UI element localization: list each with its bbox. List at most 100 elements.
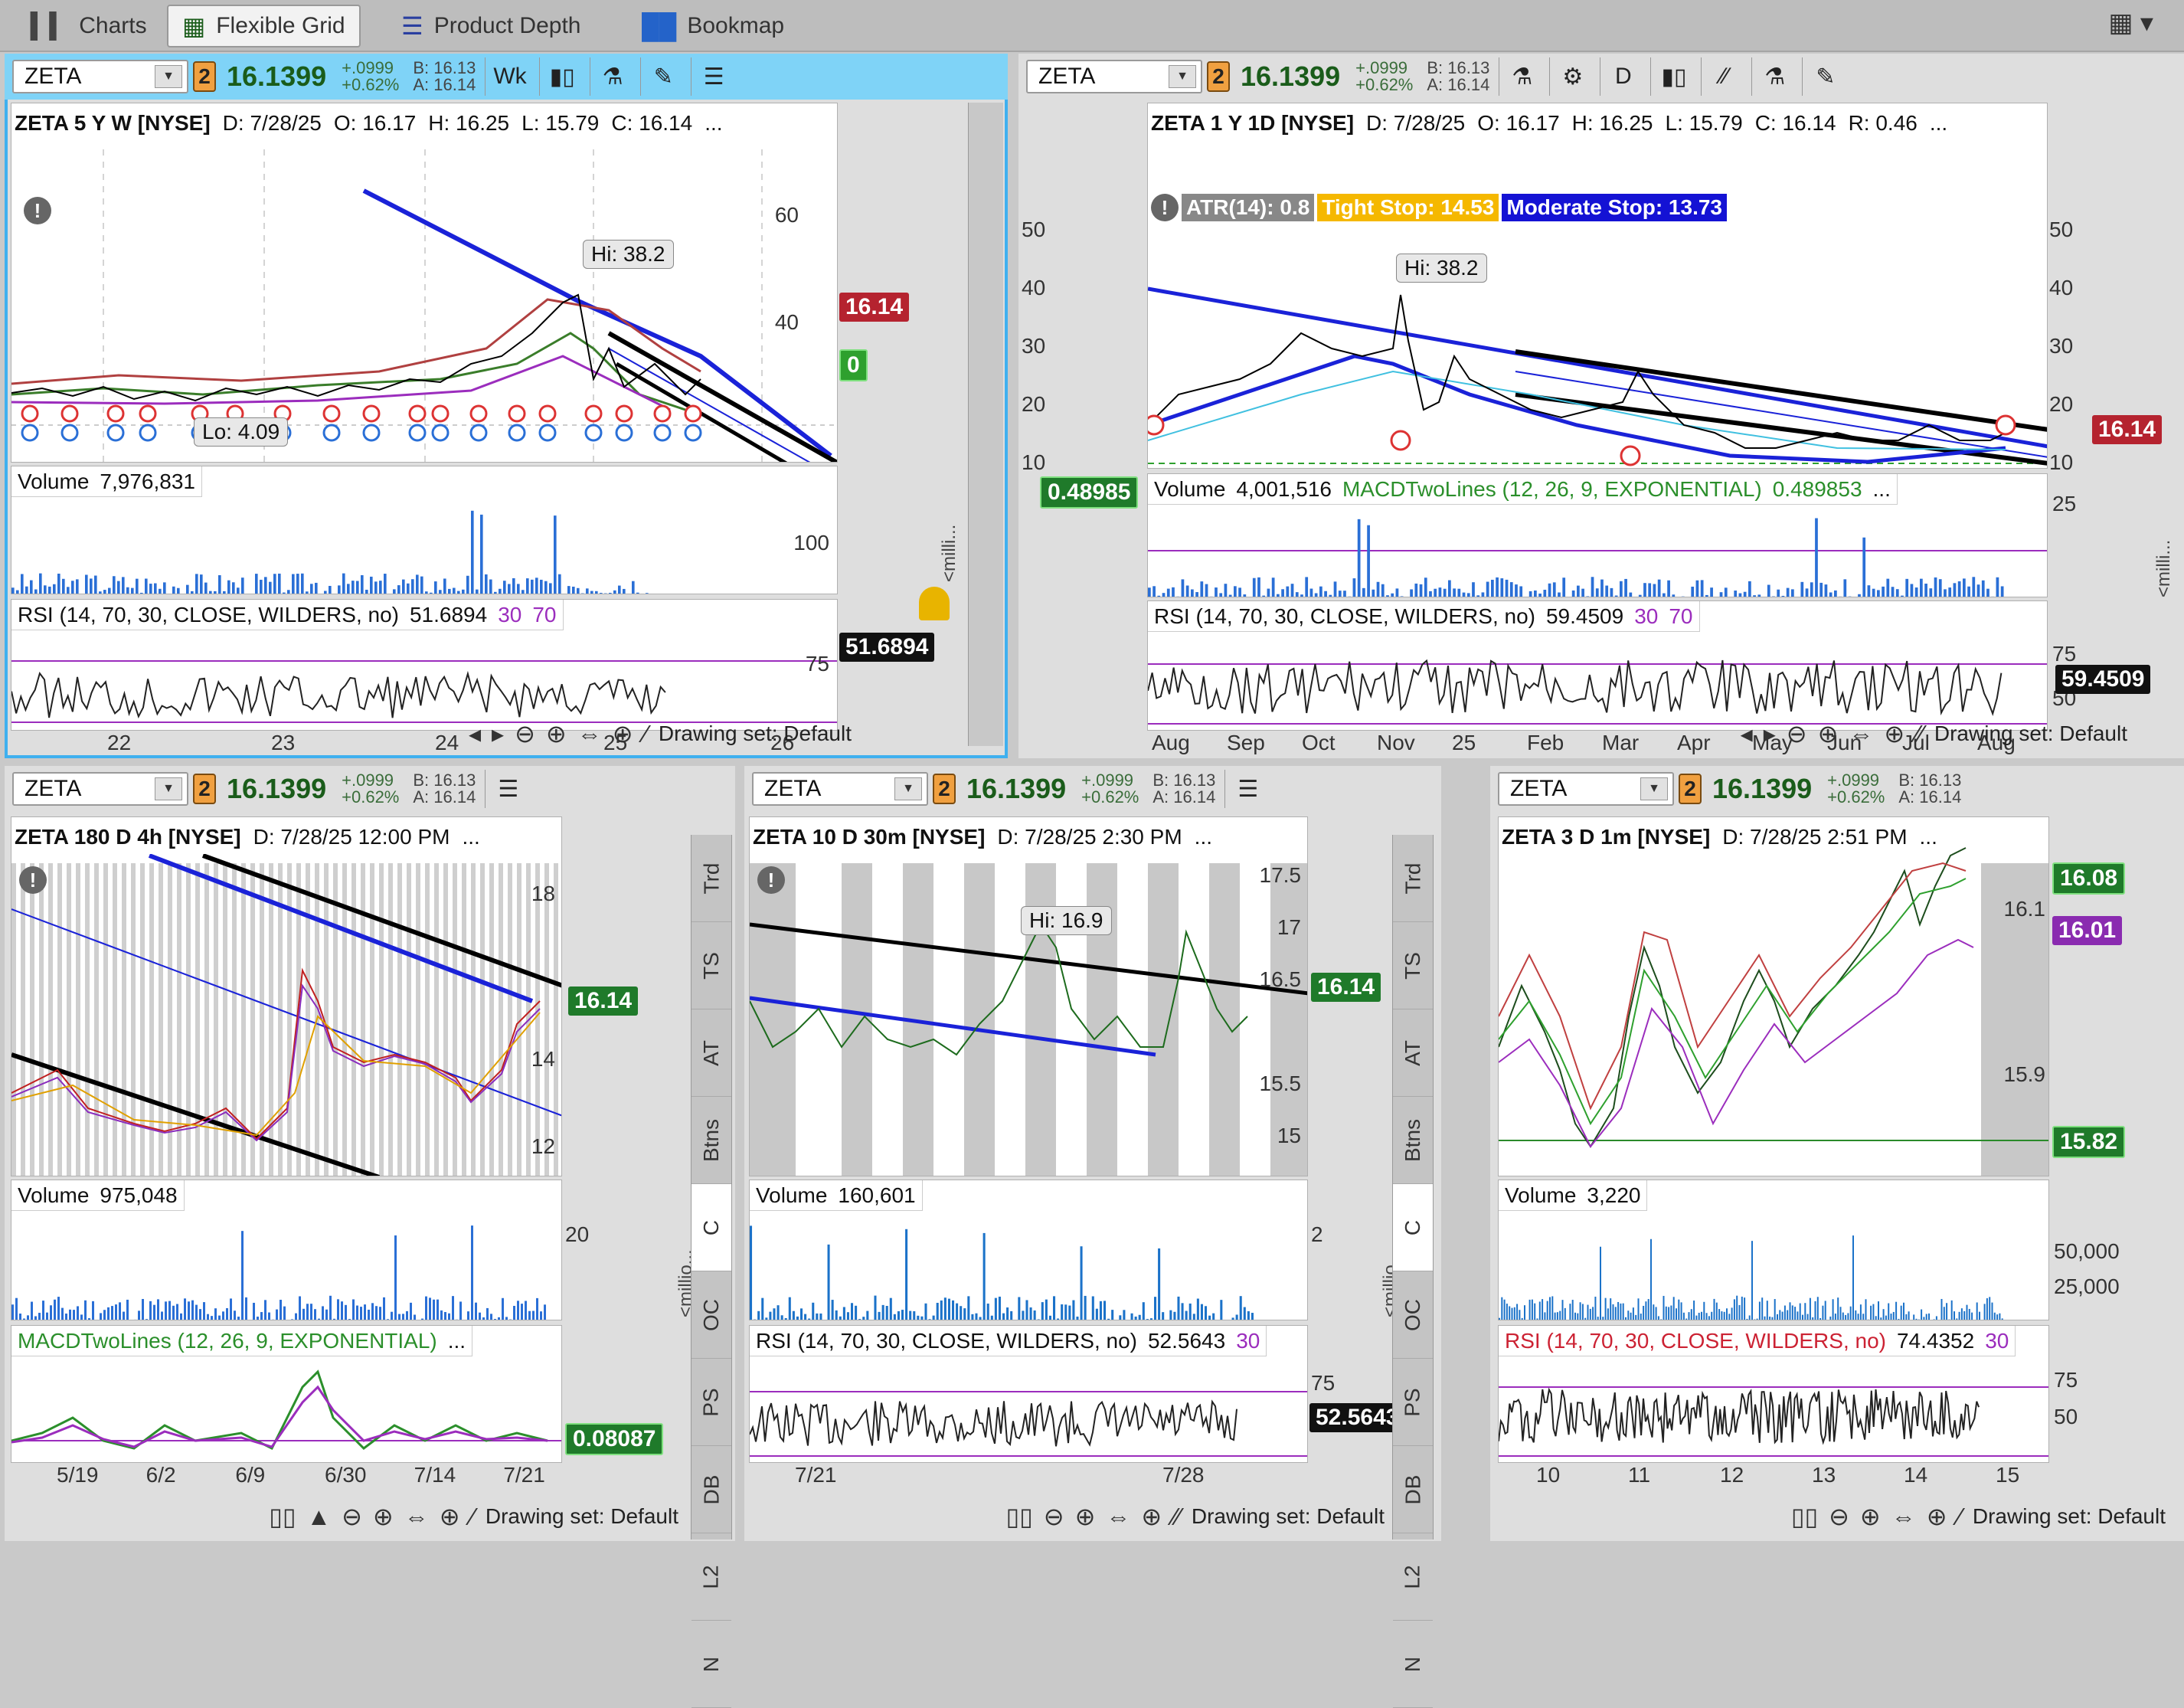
rsi-pane[interactable]: RSI (14, 70, 30, CLOSE, WILDERS, no)51.6… [11,599,838,731]
scrollbar-grip-icon[interactable]: ▯▯ [1791,1502,1818,1531]
drawing-set-label[interactable]: Drawing set: Default [1192,1504,1385,1529]
draw-lines-icon[interactable]: ∕∕ [1701,57,1747,96]
event-marker[interactable] [433,425,448,440]
event-marker[interactable] [433,406,448,421]
side-tab-db[interactable]: DB [691,1446,731,1533]
side-tab-c[interactable]: C [1393,1184,1433,1271]
side-tab-c[interactable]: C [691,1184,731,1271]
draw-line-icon[interactable]: ∕ [471,1503,475,1531]
gear-icon[interactable]: ⚙ [1549,57,1595,96]
expand-icon[interactable]: ▲ [306,1503,331,1531]
side-tab-trd[interactable]: Trd [1393,835,1433,922]
rsi-pane[interactable]: RSI (14, 70, 30, CLOSE, WILDERS, no)52.5… [749,1325,1308,1463]
event-marker[interactable] [685,406,701,421]
chevron-down-icon[interactable]: ▼ [894,777,922,800]
drawing-set-label[interactable]: Drawing set: Default [1934,721,2127,746]
symbol-selector[interactable]: ZETA▼ [752,772,928,806]
draw-line-icon[interactable]: ∕ [1958,1503,1962,1531]
event-marker[interactable] [655,406,670,421]
link-group-badge[interactable]: 2 [933,774,956,804]
event-marker[interactable] [22,425,38,440]
pan-icon[interactable]: ⇔ [1849,720,1873,748]
pan-icon[interactable]: ⇔ [1106,1503,1130,1531]
side-tab-n[interactable]: N [691,1621,731,1708]
pan-icon[interactable]: ⇔ [404,1503,429,1531]
pan-icon[interactable]: ⇔ [577,720,602,748]
event-marker[interactable] [140,425,155,440]
draw-lines-icon[interactable]: ∕∕ [1915,720,1924,748]
volume-pane[interactable]: Volume7,976,831 100 [11,466,838,594]
aggregation-button[interactable]: Wk [485,57,534,96]
zoom-in-icon[interactable]: ⊕ [546,719,567,748]
link-group-badge[interactable]: 2 [193,774,216,804]
scroll-right-icon[interactable]: ▸ [1764,719,1776,748]
crosshair-icon[interactable]: ⊕ [1141,1502,1162,1531]
event-marker[interactable] [1621,447,1640,465]
more-readout[interactable]: ... [705,111,722,136]
side-tab-ps[interactable]: PS [691,1359,731,1446]
side-tab-ts[interactable]: TS [1393,922,1433,1009]
side-tab-at[interactable]: AT [691,1009,731,1097]
crosshair-icon[interactable]: ⊕ [1884,719,1904,748]
zoom-out-icon[interactable]: ⊖ [1787,719,1807,748]
event-markers[interactable] [22,406,701,440]
side-tab-at[interactable]: AT [1393,1009,1433,1097]
link-group-badge[interactable]: 2 [193,61,216,92]
scrollbar-grip-icon[interactable]: ▯▯ [269,1502,296,1531]
zoom-in-icon[interactable]: ⊕ [1818,719,1839,748]
event-marker[interactable] [364,406,379,421]
volume-pane[interactable]: Volume160,601 [749,1180,1308,1320]
zoom-in-icon[interactable]: ⊕ [373,1502,394,1531]
menu-icon[interactable]: ☰ [1224,770,1270,808]
event-marker[interactable] [410,406,425,421]
side-tab-n[interactable]: N [1393,1621,1433,1708]
more-readout[interactable]: ... [448,1329,466,1353]
event-marker[interactable] [616,406,632,421]
drawing-set-label[interactable]: Drawing set: Default [486,1504,678,1529]
drawings-icon[interactable]: ✎ [1802,57,1848,96]
zoom-out-icon[interactable]: ⊖ [342,1502,362,1531]
event-marker[interactable] [616,425,632,440]
vertical-scrollbar[interactable] [968,103,1003,746]
symbol-selector[interactable]: ZETA▼ [12,60,188,93]
macd-pane[interactable]: MACDTwoLines (12, 26, 9, EXPONENTIAL)... [11,1325,562,1463]
bell-icon[interactable] [919,587,950,620]
drawing-set-label[interactable]: Drawing set: Default [659,721,852,746]
menu-icon[interactable]: ☰ [691,57,737,96]
event-marker[interactable] [471,425,486,440]
aggregation-button[interactable]: D [1600,57,1646,96]
volume-pane[interactable]: Volume975,048 [11,1180,562,1320]
event-marker[interactable] [1996,416,2015,434]
chevron-down-icon[interactable]: ▼ [155,777,182,800]
side-tab-oc[interactable]: OC [1393,1271,1433,1359]
more-readout[interactable]: ... [1195,825,1212,849]
price-chart[interactable]: ZETA 180 D 4h [NYSE]D: 7/28/25 12:00 PM.… [11,816,562,1176]
side-tab-ps[interactable]: PS [1393,1359,1433,1446]
style-icon[interactable]: ▮▯ [1650,57,1696,96]
event-marker[interactable] [22,406,38,421]
scroll-left-icon[interactable]: ◂ [1741,719,1753,748]
event-marker[interactable] [364,425,379,440]
tab-bookmap[interactable]: ██Bookmap [628,5,798,47]
tab-charts[interactable]: ▍▍Charts [17,5,161,47]
event-marker[interactable] [586,425,601,440]
pan-icon[interactable]: ⇔ [1891,1503,1916,1531]
studies-icon[interactable]: ⚗ [590,57,636,96]
scroll-right-icon[interactable]: ▸ [492,719,504,748]
draw-line-icon[interactable]: ∕ [644,720,648,748]
alert-icon[interactable]: ! [757,866,785,894]
event-marker[interactable] [324,425,339,440]
side-tab-ts[interactable]: TS [691,922,731,1009]
zoom-out-icon[interactable]: ⊖ [1044,1502,1064,1531]
symbol-selector[interactable]: ZETA▼ [1026,60,1202,93]
event-marker[interactable] [108,425,123,440]
scrollbar-grip-icon[interactable]: ▯▯ [1006,1502,1033,1531]
chevron-down-icon[interactable]: ▼ [1169,65,1196,88]
studies-icon[interactable]: ⚗ [1499,57,1545,96]
volume-pane[interactable]: Volume3,220 [1498,1180,2049,1320]
more-readout[interactable]: ... [1873,477,1891,502]
zoom-in-icon[interactable]: ⊕ [1075,1502,1096,1531]
chevron-down-icon[interactable]: ▼ [155,65,182,88]
event-marker[interactable] [1391,431,1410,450]
event-marker[interactable] [471,406,486,421]
